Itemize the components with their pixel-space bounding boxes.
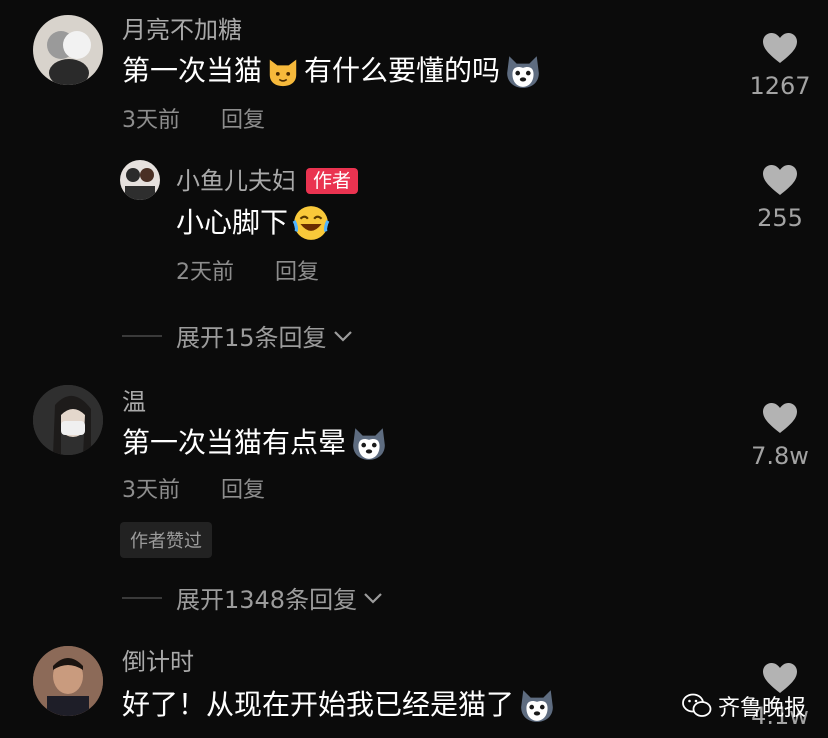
reply-author-name[interactable]: 小鱼儿夫妇 bbox=[176, 169, 296, 193]
chevron-down-icon bbox=[333, 330, 352, 342]
like-count: 1267 bbox=[749, 72, 811, 100]
comment-text: 第一次当猫 有什么要懂的吗 bbox=[122, 52, 546, 90]
comment-meta: 3天前 回复 bbox=[122, 480, 265, 502]
comment-time: 3天前 bbox=[122, 478, 180, 503]
heart-icon bbox=[762, 32, 798, 64]
like-button[interactable]: 255 bbox=[745, 164, 815, 232]
like-button[interactable]: 7.8w bbox=[745, 402, 815, 470]
comment-text-part: 有什么要懂的吗 bbox=[304, 54, 501, 87]
cat-emoji bbox=[266, 54, 300, 88]
heart-icon bbox=[762, 402, 798, 434]
comment-text-part: 第一次当猫有点晕 bbox=[122, 426, 347, 459]
reply-text-part: 小心脚下 bbox=[176, 206, 289, 239]
husky-emoji bbox=[504, 52, 542, 90]
comment-text-part: 好了！从现在开始我已经是猫了 bbox=[122, 688, 515, 721]
avatar[interactable] bbox=[33, 646, 103, 716]
like-count: 7.8w bbox=[751, 442, 809, 470]
husky-emoji bbox=[350, 424, 388, 462]
comment-author[interactable]: 温 bbox=[122, 390, 146, 414]
reply-text: 小心脚下 bbox=[176, 204, 334, 242]
expand-replies-label: 展开1348条回复 bbox=[176, 586, 358, 614]
like-button[interactable]: 1267 bbox=[745, 32, 815, 100]
watermark-text: 齐鲁晚报 bbox=[718, 696, 807, 721]
divider bbox=[122, 334, 162, 337]
reply-author: 小鱼儿夫妇 作者 bbox=[176, 168, 359, 194]
expand-replies-button[interactable]: 展开15条回复 bbox=[122, 318, 353, 353]
divider bbox=[122, 596, 162, 599]
chevron-down-icon bbox=[364, 592, 382, 604]
watermark: 齐鲁晚报 bbox=[682, 690, 806, 722]
comment-text: 好了！从现在开始我已经是猫了 bbox=[122, 686, 560, 724]
comment-meta: 3天前 回复 bbox=[122, 110, 265, 132]
heart-icon bbox=[762, 164, 798, 196]
author-badge: 作者 bbox=[306, 168, 359, 194]
author-liked-badge: 作者赞过 bbox=[120, 522, 212, 558]
reply-time: 2天前 bbox=[176, 260, 234, 285]
avatar[interactable] bbox=[120, 160, 160, 200]
husky-emoji bbox=[518, 686, 556, 724]
reply-meta: 2天前 回复 bbox=[176, 262, 319, 284]
comment-text-part: 第一次当猫 bbox=[122, 54, 263, 87]
expand-replies-label: 展开15条回复 bbox=[176, 324, 327, 352]
comment-text: 第一次当猫有点晕 bbox=[122, 424, 392, 462]
comment-time: 3天前 bbox=[122, 108, 180, 133]
like-count: 255 bbox=[757, 204, 803, 232]
reply-button[interactable]: 回复 bbox=[221, 478, 265, 503]
wechat-icon bbox=[682, 693, 712, 717]
reply-button[interactable]: 回复 bbox=[275, 260, 319, 285]
comment-author[interactable]: 月亮不加糖 bbox=[122, 18, 242, 42]
laughing-emoji bbox=[292, 204, 330, 242]
avatar[interactable] bbox=[33, 15, 103, 85]
comment-author[interactable]: 倒计时 bbox=[122, 650, 194, 674]
expand-replies-button[interactable]: 展开1348条回复 bbox=[122, 580, 383, 615]
reply-button[interactable]: 回复 bbox=[221, 108, 265, 133]
avatar[interactable] bbox=[33, 385, 103, 455]
